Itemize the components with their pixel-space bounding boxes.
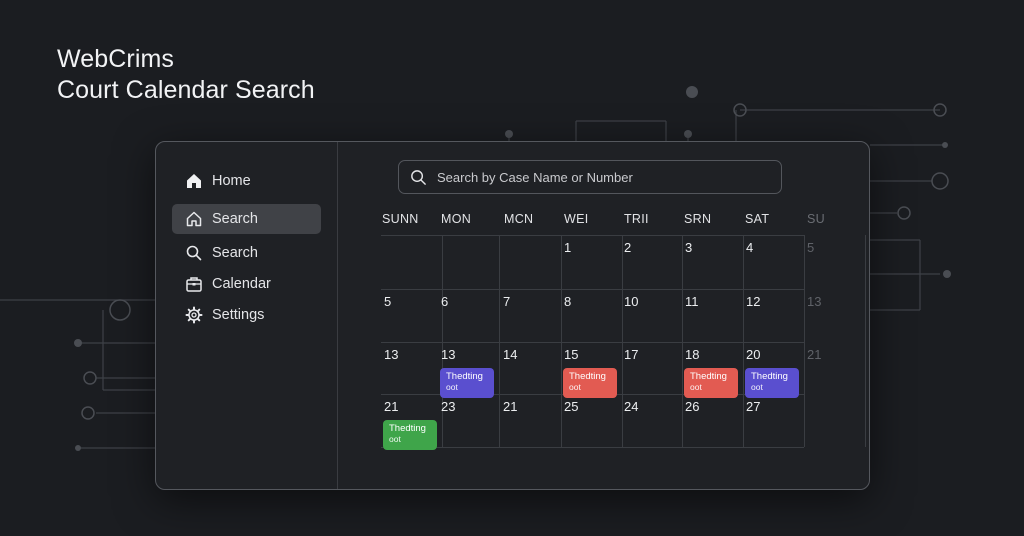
search-icon [411,169,426,185]
sidebar-item-settings[interactable]: Settings [172,300,321,330]
sidebar-item-label: Search [212,245,258,261]
sidebar-item-label: Calendar [212,276,271,292]
grid-column-divider [499,235,500,447]
day-number[interactable]: 18 [685,347,699,362]
sidebar-item-label: Home [212,173,251,189]
calendar-event[interactable]: Thedting oot [440,368,494,398]
day-number[interactable]: 10 [624,294,638,309]
day-number[interactable]: 23 [441,399,455,414]
grid-row-divider [381,289,804,290]
day-number[interactable]: 8 [564,294,571,309]
sidebar-item-calendar[interactable]: Calendar [172,269,321,299]
grid-column-divider [622,235,623,447]
weekday-header: MCN [504,212,534,226]
calendar-event[interactable]: Thedting oot [383,420,437,450]
sidebar-item-label: Search [212,211,258,227]
case-search-box[interactable] [398,160,782,194]
day-number[interactable]: 13 [441,347,455,362]
day-number[interactable]: 20 [746,347,760,362]
day-number[interactable]: 21 [807,347,821,362]
event-title: Thedting [569,371,606,382]
home-icon [187,174,201,188]
grid-row-divider [381,342,804,343]
day-number[interactable]: 13 [807,294,821,309]
grid-column-divider [682,235,683,447]
event-title: Thedting [446,371,483,382]
sidebar-item-search-active[interactable]: Search [172,204,321,234]
hero-title: WebCrims Court Calendar Search [57,44,315,106]
calendar-event[interactable]: Thedting oot [745,368,799,398]
gear-icon [185,306,203,324]
day-number[interactable]: 5 [807,240,814,255]
day-number[interactable]: 13 [384,347,398,362]
calendar-event[interactable]: Thedting oot [684,368,738,398]
day-number[interactable]: 27 [746,399,760,414]
day-number[interactable]: 2 [624,240,631,255]
event-title: Thedting [389,423,426,434]
day-number[interactable]: 15 [564,347,578,362]
day-number[interactable]: 7 [503,294,510,309]
case-search-input[interactable] [437,169,757,185]
day-number[interactable]: 17 [624,347,638,362]
weekday-header: WEI [564,212,589,226]
event-title: Thedting [690,371,727,382]
day-number[interactable]: 3 [685,240,692,255]
weekday-header: MON [441,212,472,226]
grid-column-divider [865,235,866,447]
event-title: Thedting [751,371,788,382]
day-number[interactable]: 1 [564,240,571,255]
hero-title-line1: WebCrims [57,45,175,73]
day-number[interactable]: 21 [384,399,398,414]
calendar-icon [186,277,202,292]
day-number[interactable]: 5 [384,294,391,309]
sidebar: Home Search Search Calendar Settings [156,142,338,489]
main-content: SUNNMONMCNWEITRIISRNSATSU123455678101112… [338,142,869,489]
day-number[interactable]: 6 [441,294,448,309]
weekday-header: TRII [624,212,649,226]
event-subtitle: oot [389,434,401,444]
weekday-header: SRN [684,212,712,226]
hero-title-line2: Court Calendar Search [57,76,315,104]
event-subtitle: oot [751,382,763,392]
sidebar-item-search[interactable]: Search [172,238,321,268]
search-icon [186,245,202,261]
home-outline-icon [186,211,202,227]
day-number[interactable]: 12 [746,294,760,309]
app-window: Home Search Search Calendar Settings Sea… [155,141,870,490]
day-number[interactable]: 26 [685,399,699,414]
event-subtitle: oot [690,382,702,392]
day-number[interactable]: 25 [564,399,578,414]
grid-column-divider [743,235,744,447]
grid-row-divider [381,235,804,236]
day-number[interactable]: 14 [503,347,517,362]
day-number[interactable]: 4 [746,240,753,255]
event-subtitle: oot [569,382,581,392]
grid-column-divider [804,235,805,447]
grid-row-divider [381,447,804,448]
day-number[interactable]: 24 [624,399,638,414]
day-number[interactable]: 21 [503,399,517,414]
grid-column-divider [561,235,562,447]
sidebar-item-label: Settings [212,307,265,323]
sidebar-item-home[interactable]: Home [172,166,321,196]
calendar-event[interactable]: Thedting oot [563,368,617,398]
weekday-header: SAT [745,212,770,226]
day-number[interactable]: 11 [685,294,699,309]
event-subtitle: oot [446,382,458,392]
weekday-header: SUNN [382,212,419,226]
weekday-header: SU [807,212,825,226]
grid-column-divider [442,235,443,447]
